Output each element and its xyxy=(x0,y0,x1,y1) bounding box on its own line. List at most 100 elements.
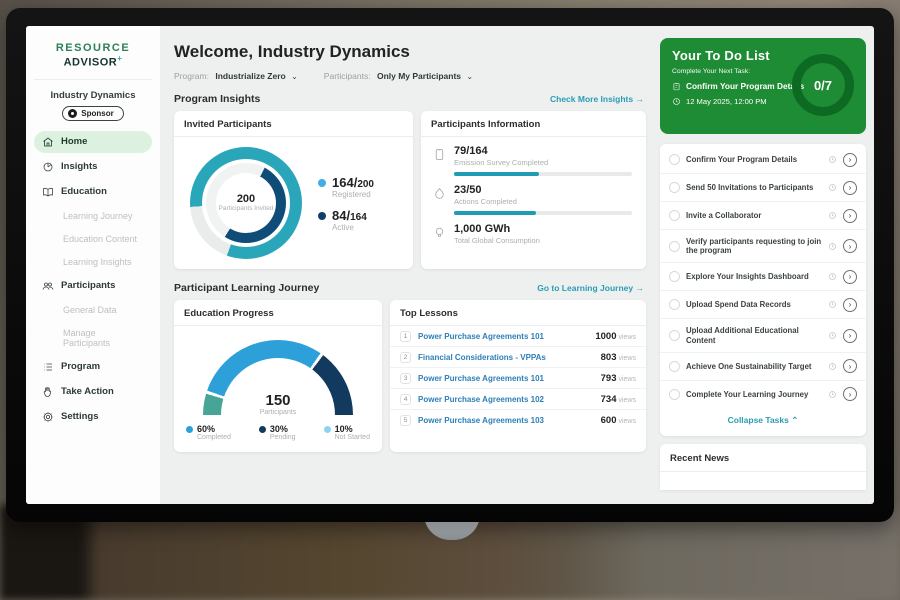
participants-filter-value: Only My Participants xyxy=(377,71,461,81)
program-icon xyxy=(42,361,54,373)
lesson-link[interactable]: Power Purchase Agreements 103 xyxy=(418,416,601,425)
registered-dot xyxy=(318,179,326,187)
task-checkbox[interactable] xyxy=(669,210,680,221)
clock-small-icon xyxy=(828,362,837,371)
check-more-insights-link[interactable]: Check More Insights → xyxy=(550,94,644,104)
task-row[interactable]: Upload Additional Educational Content › xyxy=(660,319,866,352)
lesson-link[interactable]: Power Purchase Agreements 101 xyxy=(418,332,595,341)
settings-icon xyxy=(42,411,54,423)
org-name: Industry Dynamics xyxy=(34,90,152,101)
chevron-up-icon: ⌃ xyxy=(791,415,798,425)
legend-completed: 60% Completed xyxy=(186,424,231,441)
survey-icon xyxy=(433,148,446,161)
go-to-learning-journey-link[interactable]: Go to Learning Journey → xyxy=(537,283,644,293)
consumption-icon xyxy=(433,226,446,239)
arrow-right-icon: → xyxy=(636,94,645,104)
task-checkbox[interactable] xyxy=(669,154,680,165)
clock-small-icon xyxy=(828,155,837,164)
take-action-icon xyxy=(42,386,54,398)
task-row[interactable]: Verify participants requesting to join t… xyxy=(660,230,866,263)
task-checkbox[interactable] xyxy=(669,182,680,193)
lesson-row: 4 Power Purchase Agreements 102 734views xyxy=(390,389,646,410)
clock-icon xyxy=(672,97,681,106)
sidebar-item-education-content[interactable]: Education Content xyxy=(34,229,152,249)
logo-advisor: ADVISOR xyxy=(64,57,118,69)
education-progress-card: Education Progress 150 Participants xyxy=(174,300,382,452)
sponsor-badge-label: Sponsor xyxy=(81,109,113,118)
right-panel: Your To Do List Complete Your Next Task:… xyxy=(656,26,874,504)
task-row[interactable]: Explore Your Insights Dashboard › xyxy=(660,263,866,291)
education-progress-title: Education Progress xyxy=(174,300,382,326)
sidebar-item-learning-journey[interactable]: Learning Journey xyxy=(34,206,152,226)
task-row[interactable]: Complete Your Learning Journey › xyxy=(660,381,866,408)
lesson-row: 5 Power Purchase Agreements 103 600views xyxy=(390,410,646,430)
sidebar-item-participants[interactable]: Participants xyxy=(34,275,152,297)
task-checkbox[interactable] xyxy=(669,241,680,252)
insights-icon xyxy=(42,161,54,173)
clock-small-icon xyxy=(828,390,837,399)
sponsor-icon xyxy=(68,109,77,118)
task-row[interactable]: Invite a Collaborator › xyxy=(660,202,866,230)
logo-plus: + xyxy=(117,54,122,63)
chevron-right-icon[interactable]: › xyxy=(843,239,857,253)
task-row[interactable]: Send 50 Invitations to Participants › xyxy=(660,174,866,202)
chevron-down-icon: ⌄ xyxy=(291,72,298,81)
gauge-legend: 60% Completed 30% Pending 10% xyxy=(174,416,382,441)
donut-center-label: Participants Invited xyxy=(217,205,275,213)
chevron-right-icon[interactable]: › xyxy=(843,209,857,223)
chevron-right-icon[interactable]: › xyxy=(843,329,857,343)
participants-information-title: Participants Information xyxy=(421,111,646,137)
task-checkbox[interactable] xyxy=(669,389,680,400)
chevron-right-icon[interactable]: › xyxy=(843,298,857,312)
program-filter-value: Industrialize Zero xyxy=(215,71,285,81)
task-checkbox[interactable] xyxy=(669,271,680,282)
task-checkbox[interactable] xyxy=(669,299,680,310)
lesson-link[interactable]: Financial Considerations - VPPAs xyxy=(418,353,601,362)
lesson-link[interactable]: Power Purchase Agreements 101 xyxy=(418,374,601,383)
task-checkbox[interactable] xyxy=(669,361,680,372)
gauge-center-label: Participants xyxy=(203,409,353,416)
chevron-right-icon[interactable]: › xyxy=(843,153,857,167)
dashboard-screen: RESOURCE ADVISOR+ Industry Dynamics Spon… xyxy=(26,26,874,504)
filters-row: Program: Industrialize Zero ⌄ Participan… xyxy=(174,71,646,81)
chevron-right-icon[interactable]: › xyxy=(843,181,857,195)
sidebar-item-learning-insights[interactable]: Learning Insights xyxy=(34,252,152,272)
todo-summary-card: Your To Do List Complete Your Next Task:… xyxy=(660,38,866,134)
todo-progress-ring: 0/7 xyxy=(792,54,854,116)
active-dot xyxy=(318,212,326,220)
sidebar-item-education[interactable]: Education xyxy=(34,181,152,203)
participants-filter[interactable]: Participants: Only My Participants ⌄ xyxy=(324,71,473,81)
todo-due-date: 12 May 2025, 12:00 PM xyxy=(686,97,767,106)
sidebar-item-insights[interactable]: Insights xyxy=(34,156,152,178)
participants-filter-label: Participants: xyxy=(324,71,371,81)
chevron-down-icon: ⌄ xyxy=(466,72,473,81)
task-checkbox[interactable] xyxy=(669,330,680,341)
clock-small-icon xyxy=(828,211,837,220)
app-logo: RESOURCE ADVISOR+ xyxy=(34,38,152,80)
sidebar-item-settings[interactable]: Settings xyxy=(34,406,152,428)
chevron-right-icon[interactable]: › xyxy=(843,387,857,401)
task-row[interactable]: Upload Spend Data Records › xyxy=(660,291,866,319)
sidebar-item-home[interactable]: Home xyxy=(34,131,152,153)
participants-information-card: Participants Information 79/164 Emission… xyxy=(421,111,646,269)
task-row[interactable]: Achieve One Sustainability Target › xyxy=(660,353,866,381)
task-row[interactable]: Confirm Your Program Details › xyxy=(660,146,866,174)
sidebar-item-program[interactable]: Program xyxy=(34,356,152,378)
pending-dot xyxy=(259,426,266,433)
completed-dot xyxy=(186,426,193,433)
home-icon xyxy=(42,136,54,148)
lesson-link[interactable]: Power Purchase Agreements 102 xyxy=(418,395,601,404)
collapse-tasks-link[interactable]: Collapse Tasks ⌃ xyxy=(660,408,866,434)
arrow-right-icon: → xyxy=(636,283,645,293)
photo-background: RESOURCE ADVISOR+ Industry Dynamics Spon… xyxy=(0,0,900,600)
legend-active: 84/164 Active xyxy=(318,208,374,232)
emission-progress-bar xyxy=(454,172,632,176)
sidebar-item-take-action[interactable]: Take Action xyxy=(34,381,152,403)
program-filter[interactable]: Program: Industrialize Zero ⌄ xyxy=(174,71,298,81)
sidebar-item-manage-participants[interactable]: Manage Participants xyxy=(34,323,152,353)
chevron-right-icon[interactable]: › xyxy=(843,359,857,373)
actions-progress-bar xyxy=(454,211,632,215)
chevron-right-icon[interactable]: › xyxy=(843,270,857,284)
sidebar-item-general-data[interactable]: General Data xyxy=(34,300,152,320)
legend-not-started: 10% Not Started xyxy=(324,424,370,441)
